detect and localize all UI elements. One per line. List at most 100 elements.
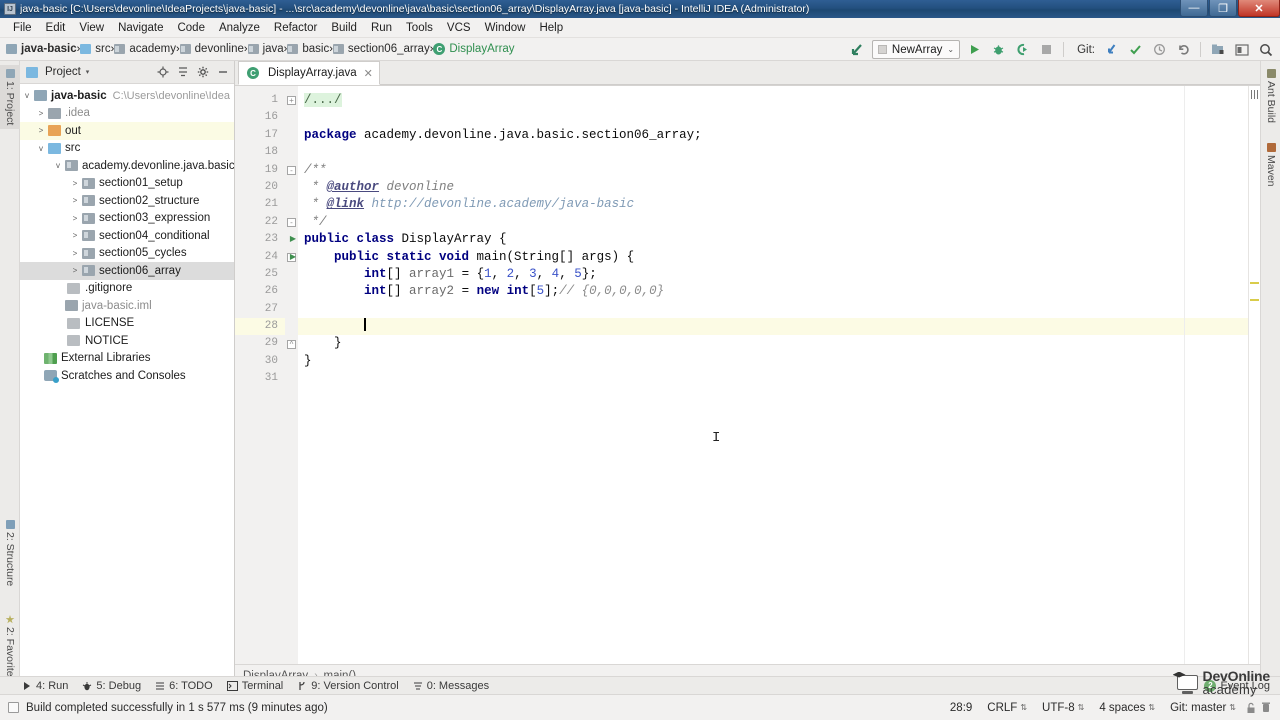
locate-icon[interactable] xyxy=(155,65,170,80)
menu-edit[interactable]: Edit xyxy=(39,20,73,36)
menu-analyze[interactable]: Analyze xyxy=(212,20,267,36)
project-tree[interactable]: v java-basic C:\Users\devonline\IdeaProj… xyxy=(20,84,234,680)
twisty-icon[interactable]: > xyxy=(34,126,48,135)
fold-toggle[interactable]: ^ xyxy=(285,335,298,352)
history-icon[interactable] xyxy=(1149,40,1169,59)
run-icon[interactable] xyxy=(964,40,984,59)
code-editor[interactable]: 1 16 17 18 19 20 21 22 23 ▶ 24 ▶ 25 26 2… xyxy=(235,86,1260,664)
restore-layout-icon[interactable] xyxy=(1232,40,1252,59)
tree-node-scratches-and-consoles[interactable]: Scratches and Consoles xyxy=(20,367,234,385)
twisty-icon[interactable]: v xyxy=(20,91,34,100)
tree-node-external-libraries[interactable]: External Libraries xyxy=(20,350,234,368)
debug-icon[interactable] xyxy=(988,40,1008,59)
menu-navigate[interactable]: Navigate xyxy=(111,20,170,36)
menu-view[interactable]: View xyxy=(72,20,111,36)
code-folding-gutter[interactable]: + - - - ^ xyxy=(285,86,298,664)
twisty-icon[interactable]: > xyxy=(68,179,82,188)
code-line-21[interactable]: * @link http://devonline.academy/java-ba… xyxy=(298,196,1248,213)
menu-vcs[interactable]: VCS xyxy=(440,20,478,36)
unlocked-icon[interactable] xyxy=(1245,702,1257,714)
code-line-1[interactable]: /.../ xyxy=(298,92,1248,109)
tree-node-section01-setup[interactable]: > section01_setup xyxy=(20,175,234,193)
settings-gear-icon[interactable] xyxy=(195,65,210,80)
folded-region[interactable]: /.../ xyxy=(304,93,342,107)
sidebar-item-ant-build[interactable]: Ant Build xyxy=(1261,65,1280,127)
tool-window-debug[interactable]: 5: Debug xyxy=(82,680,141,692)
tree-node-section05-cycles[interactable]: > section05_cycles xyxy=(20,245,234,263)
sidebar-item-favorites[interactable]: 2: Favorites xyxy=(0,611,20,686)
twisty-icon[interactable]: > xyxy=(68,214,82,223)
tool-window-version-control[interactable]: 9: Version Control xyxy=(297,680,399,692)
tree-node-section06-array[interactable]: > section06_array xyxy=(20,262,234,280)
code-line-23[interactable]: public class DisplayArray { xyxy=(298,231,1248,248)
caret-position[interactable]: 28:9 xyxy=(944,702,978,714)
collapse-all-icon[interactable] xyxy=(175,65,190,80)
tree-node-java-basic-iml[interactable]: java-basic.iml xyxy=(20,297,234,315)
stop-icon[interactable] xyxy=(1036,40,1056,59)
tree-node-gitignore[interactable]: .gitignore xyxy=(20,280,234,298)
code-line-26[interactable]: int[] array2 = new int[5];// {0,0,0,0,0} xyxy=(298,283,1248,300)
warning-marker[interactable] xyxy=(1250,282,1259,284)
hide-icon[interactable] xyxy=(215,65,230,80)
search-everywhere-icon[interactable] xyxy=(1256,40,1276,59)
menu-build[interactable]: Build xyxy=(324,20,364,36)
tree-node-out[interactable]: > out xyxy=(20,122,234,140)
javadoc-link-url[interactable]: http://devonline.academy/java-basic xyxy=(364,197,635,211)
fold-toggle[interactable]: + xyxy=(285,92,298,109)
twisty-icon[interactable]: > xyxy=(68,266,82,275)
twisty-icon[interactable]: > xyxy=(68,196,82,205)
sidebar-item-maven[interactable]: Maven xyxy=(1261,139,1280,191)
code-line-29[interactable]: } xyxy=(298,335,1248,352)
warning-marker[interactable] xyxy=(1250,299,1259,301)
menu-code[interactable]: Code xyxy=(170,20,212,36)
tree-node-section02-structure[interactable]: > section02_structure xyxy=(20,192,234,210)
code-line-19[interactable]: /** xyxy=(298,162,1248,179)
tool-window-run[interactable]: 4: Run xyxy=(22,680,68,692)
run-gutter-icon[interactable]: ▶ xyxy=(288,235,298,245)
close-icon[interactable]: ✕ xyxy=(364,67,373,80)
menu-tools[interactable]: Tools xyxy=(399,20,440,36)
breadcrumb-displayarray[interactable]: C DisplayArray xyxy=(433,43,515,55)
code-line-27[interactable] xyxy=(298,301,1248,318)
twisty-icon[interactable]: > xyxy=(34,109,48,118)
git-update-icon[interactable] xyxy=(1101,40,1121,59)
code-line-25[interactable]: int[] array1 = {1, 2, 3, 4, 5}; xyxy=(298,266,1248,283)
code-text[interactable]: /.../ package academy.devonline.java.bas… xyxy=(298,86,1248,664)
run-configuration-selector[interactable]: NewArray ⌄ xyxy=(871,40,961,59)
twisty-icon[interactable]: > xyxy=(68,231,82,240)
sidebar-item-structure[interactable]: 2: Structure xyxy=(0,516,20,590)
twisty-icon[interactable]: v xyxy=(34,144,48,153)
tree-node-java-basic[interactable]: v java-basic C:\Users\devonline\IdeaProj… xyxy=(20,87,234,105)
minimize-button[interactable]: — xyxy=(1180,0,1208,17)
code-line-30[interactable]: } xyxy=(298,353,1248,370)
tree-node-src[interactable]: v src xyxy=(20,140,234,158)
run-with-coverage-icon[interactable] xyxy=(1012,40,1032,59)
tool-window-terminal[interactable]: Terminal xyxy=(226,680,283,692)
settings-project-icon[interactable] xyxy=(1208,40,1228,59)
revert-icon[interactable] xyxy=(1173,40,1193,59)
twisty-icon[interactable]: v xyxy=(51,161,65,170)
maximize-button[interactable]: ❐ xyxy=(1209,0,1237,17)
scrollbar-grip-icon[interactable] xyxy=(1251,90,1259,99)
twisty-icon[interactable]: > xyxy=(68,249,82,258)
close-button[interactable]: ✕ xyxy=(1238,0,1280,17)
code-line-20[interactable]: * @author devonline xyxy=(298,179,1248,196)
breadcrumb-java-basic[interactable]: java-basic xyxy=(6,43,77,55)
menu-refactor[interactable]: Refactor xyxy=(267,20,324,36)
run-gutter-icon[interactable]: ▶ xyxy=(288,253,298,263)
menu-file[interactable]: File xyxy=(6,20,39,36)
git-commit-icon[interactable] xyxy=(1125,40,1145,59)
line-number-gutter[interactable]: 1 16 17 18 19 20 21 22 23 ▶ 24 ▶ 25 26 2… xyxy=(235,86,296,664)
line-separator-selector[interactable]: CRLF ⇅ xyxy=(981,702,1033,714)
breadcrumb-academy[interactable]: academy xyxy=(114,43,176,55)
tree-node-notice[interactable]: NOTICE xyxy=(20,332,234,350)
back-arrow-icon[interactable] xyxy=(848,40,868,59)
menu-window[interactable]: Window xyxy=(478,20,533,36)
breadcrumb-src[interactable]: src xyxy=(80,43,111,55)
code-line-24[interactable]: public static void main(String[] args) { xyxy=(298,249,1248,266)
error-stripe-marker-bar[interactable] xyxy=(1248,86,1260,664)
git-branch-selector[interactable]: Git: master ⇅ xyxy=(1164,702,1242,714)
code-line-16[interactable] xyxy=(298,109,1248,126)
breadcrumb-java[interactable]: java xyxy=(247,43,284,55)
chevron-down-icon[interactable]: ▾ xyxy=(86,68,90,76)
